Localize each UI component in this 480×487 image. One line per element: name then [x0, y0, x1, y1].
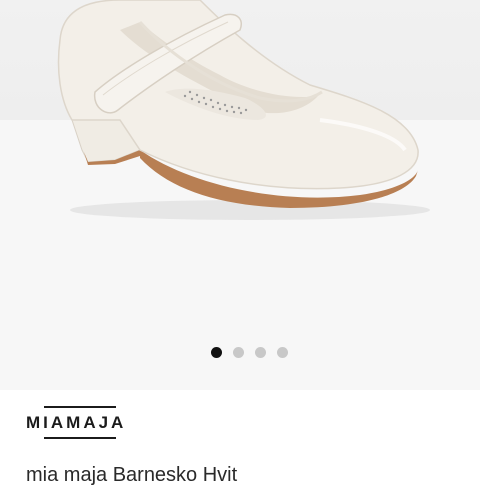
brand-logo[interactable]: MIAMAJA	[26, 413, 126, 433]
carousel-dot[interactable]	[232, 347, 244, 358]
carousel-dot[interactable]	[210, 347, 222, 358]
product-image-shoe	[57, 0, 430, 220]
product-title: mia maja Barnesko Hvit	[26, 464, 238, 486]
carousel-dot[interactable]	[276, 347, 288, 358]
carousel-dot[interactable]	[254, 347, 266, 358]
brand-logo-rule-top	[44, 406, 116, 408]
product-image-gallery[interactable]	[0, 0, 480, 390]
carousel-dots	[0, 347, 480, 367]
brand-logo-rule-bottom	[44, 437, 116, 439]
